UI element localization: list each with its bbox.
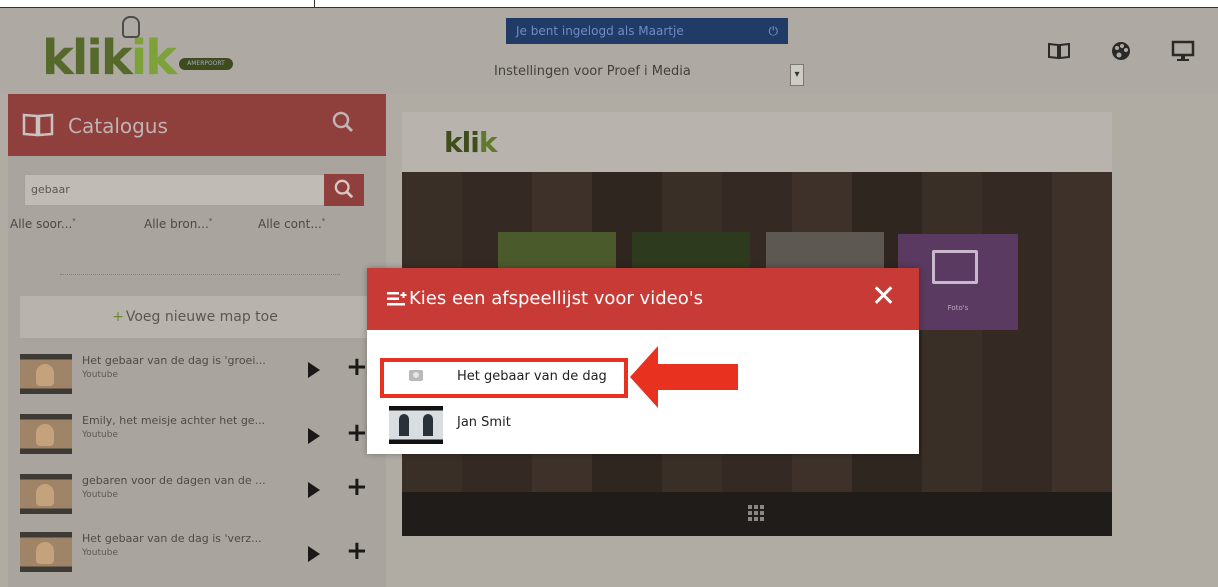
palette-icon[interactable] — [1108, 38, 1134, 64]
plus-icon[interactable]: + — [346, 354, 368, 380]
monitor-icon[interactable] — [1170, 38, 1196, 64]
search-icon[interactable] — [332, 111, 354, 139]
book-icon — [22, 112, 54, 143]
filter-type[interactable]: Alle soor...* — [10, 217, 76, 231]
plus-icon[interactable]: + — [346, 474, 368, 500]
arrow-annotation — [630, 346, 738, 408]
list-item[interactable]: Het gebaar van de dag is 'verz... Youtub… — [20, 528, 386, 582]
list-item[interactable]: Het gebaar van de dag is 'groei... Youtu… — [20, 350, 386, 404]
main-footer — [402, 492, 1112, 536]
video-thumbnail — [20, 474, 72, 514]
video-title: gebaren voor de dagen van de ... — [82, 474, 266, 487]
settings-select[interactable]: ▾ — [790, 64, 804, 86]
video-source: Youtube — [82, 548, 118, 558]
top-strip — [0, 0, 1218, 18]
video-thumbnail — [20, 532, 72, 572]
video-thumbnail — [20, 414, 72, 454]
main-header: klik — [402, 112, 1112, 172]
play-icon[interactable] — [308, 546, 320, 562]
book-icon[interactable] — [1046, 38, 1072, 64]
video-source: Youtube — [82, 370, 118, 380]
header: klik ik AMERPOORT Je bent ingelogd als Ma… — [0, 8, 1218, 94]
video-thumbnail — [20, 354, 72, 394]
divider — [60, 274, 340, 275]
video-title: Emily, het meisje achter het ge... — [82, 414, 266, 427]
highlight-box — [380, 358, 628, 398]
list-item[interactable]: Emily, het meisje achter het ge... Youtu… — [20, 410, 386, 464]
catalog-title: Catalogus — [68, 114, 168, 138]
modal-header: Kies een afspeellijst voor video's ✕ — [367, 268, 919, 330]
filter-source[interactable]: Alle bron...* — [144, 217, 212, 231]
playlist-label: Jan Smit — [457, 415, 511, 430]
filter-content[interactable]: Alle cont...* — [258, 217, 325, 231]
login-text: Je bent ingelogd als Maartje — [516, 24, 684, 38]
grid-icon[interactable] — [748, 505, 764, 521]
play-icon[interactable] — [308, 428, 320, 444]
plus-icon: + — [112, 309, 124, 325]
list-item[interactable]: gebaren voor de dagen van de ... Youtube… — [20, 470, 386, 524]
play-icon[interactable] — [308, 482, 320, 498]
video-title: Het gebaar van de dag is 'verz... — [82, 532, 262, 545]
catalog-sidebar: Catalogus gebaar Alle soor...* Alle bron… — [8, 94, 386, 587]
main-logo: klik — [444, 126, 497, 159]
logo-text-1: klik — [42, 30, 133, 86]
power-icon[interactable]: ⏻ — [769, 18, 779, 44]
add-map-label: Voeg nieuwe map toe — [125, 309, 278, 325]
video-title: Het gebaar van de dag is 'groei... — [82, 354, 266, 367]
search-button[interactable] — [324, 174, 364, 206]
settings-label: Instellingen voor Proef i Media — [494, 64, 691, 79]
playlist-thumbnail — [389, 406, 443, 444]
logo-text-2: ik — [130, 30, 177, 86]
video-source: Youtube — [82, 430, 118, 440]
plus-icon[interactable]: + — [346, 538, 368, 564]
logo[interactable]: klik ik AMERPOORT — [42, 16, 233, 86]
close-icon[interactable]: ✕ — [871, 282, 896, 312]
image-icon — [932, 250, 978, 284]
login-status: Je bent ingelogd als Maartje ⏻ — [506, 18, 788, 44]
modal-title: Kies een afspeellijst voor video's — [409, 288, 704, 309]
search-input[interactable]: gebaar — [24, 174, 340, 206]
plus-icon[interactable]: + — [346, 420, 368, 446]
hand-cursor-icon — [122, 16, 140, 38]
video-source: Youtube — [82, 490, 118, 500]
add-map-button[interactable]: + Voeg nieuwe map toe — [20, 296, 370, 338]
logo-pill: AMERPOORT — [179, 58, 233, 70]
playlist-add-icon — [387, 290, 407, 310]
catalog-header: Catalogus — [8, 94, 386, 156]
play-icon[interactable] — [308, 362, 320, 378]
